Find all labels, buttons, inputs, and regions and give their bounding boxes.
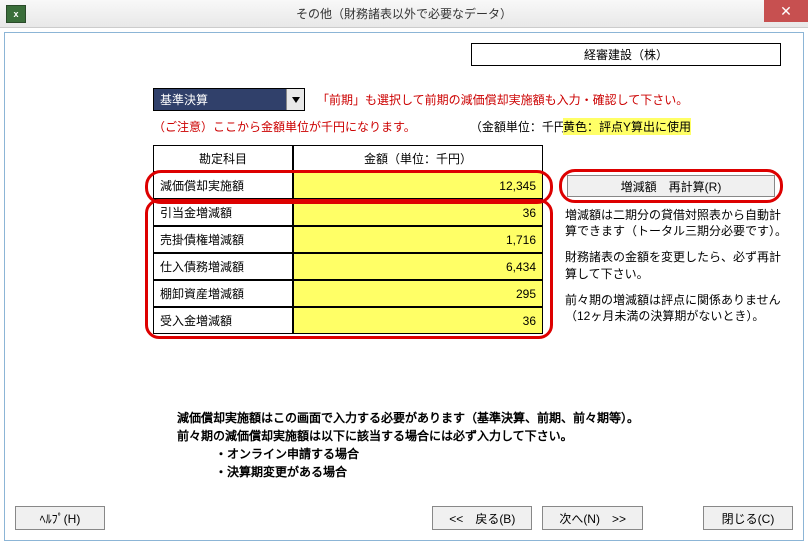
row-value[interactable]: 12,345 bbox=[293, 172, 543, 199]
row-value[interactable]: 36 bbox=[293, 199, 543, 226]
period-selected-value: 基準決算 bbox=[154, 89, 286, 110]
row-value[interactable]: 6,434 bbox=[293, 253, 543, 280]
right-p2: 財務諸表の金額を変更したら、必ず再計算して下さい。 bbox=[565, 249, 787, 281]
close-button[interactable]: 閉じる(C) bbox=[703, 506, 793, 530]
caution-row: （ご注意）ここから金額単位が千円になります。 （金額単位：千円） bbox=[153, 118, 578, 135]
main-panel: 経審建設（株） 基準決算 「前期」も選択して前期の減価償却実施額も入力・確認して… bbox=[4, 32, 804, 541]
row-value[interactable]: 36 bbox=[293, 307, 543, 334]
unit-label: （金額単位：千円） bbox=[470, 118, 578, 135]
titlebar: x その他（財務諸表以外で必要なデータ） ✕ bbox=[0, 0, 808, 28]
row-label: 棚卸資産増減額 bbox=[153, 280, 293, 307]
company-name-box: 経審建設（株） bbox=[471, 43, 781, 66]
period-select[interactable]: 基準決算 bbox=[153, 88, 305, 111]
right-p3: 前々期の増減額は評点に関係ありません（12ヶ月未満の決算期がないとき）。 bbox=[565, 292, 787, 324]
bottom-instructions: 減価償却実施額はこの画面で入力する必要があります（基準決算、前期、前々期等）。 … bbox=[177, 409, 767, 481]
table-row: 仕入債務増減額 6,434 bbox=[153, 253, 543, 280]
row-value[interactable]: 295 bbox=[293, 280, 543, 307]
table-row: 売掛債権増減額 1,716 bbox=[153, 226, 543, 253]
table-header-name: 勘定科目 bbox=[153, 145, 293, 172]
table-row: 引当金増減額 36 bbox=[153, 199, 543, 226]
back-button[interactable]: << 戻る(B) bbox=[432, 506, 532, 530]
yellow-legend: 黄色：評点Y算出に使用 bbox=[563, 118, 691, 135]
table-row: 棚卸資産増減額 295 bbox=[153, 280, 543, 307]
row-label: 受入金増減額 bbox=[153, 307, 293, 334]
row-label: 引当金増減額 bbox=[153, 199, 293, 226]
accounts-table: 勘定科目 金額（単位：千円） 減価償却実施額 12,345 引当金増減額 36 … bbox=[153, 145, 543, 334]
row-label: 売掛債権増減額 bbox=[153, 226, 293, 253]
row-value[interactable]: 1,716 bbox=[293, 226, 543, 253]
period-note: 「前期」も選択して前期の減価償却実施額も入力・確認して下さい。 bbox=[317, 91, 688, 108]
row-label: 減価償却実施額 bbox=[153, 172, 293, 199]
caution-text: （ご注意）ここから金額単位が千円になります。 bbox=[153, 118, 416, 135]
recalc-button[interactable]: 増減額 再計算(R) bbox=[567, 175, 775, 197]
bottom-b2: ・決算期変更がある場合 bbox=[215, 463, 767, 481]
help-button[interactable]: ﾍﾙﾌﾟ(H) bbox=[15, 506, 105, 530]
window-close-button[interactable]: ✕ bbox=[764, 0, 808, 22]
period-row: 基準決算 「前期」も選択して前期の減価償却実施額も入力・確認して下さい。 bbox=[153, 88, 688, 111]
bottom-button-bar: ﾍﾙﾌﾟ(H) << 戻る(B) 次へ(N) >> 閉じる(C) bbox=[15, 506, 793, 530]
dropdown-icon[interactable] bbox=[286, 89, 304, 110]
bottom-b1: ・オンライン申請する場合 bbox=[215, 445, 767, 463]
window-title: その他（財務諸表以外で必要なデータ） bbox=[0, 5, 808, 22]
next-button[interactable]: 次へ(N) >> bbox=[542, 506, 643, 530]
table-row: 減価償却実施額 12,345 bbox=[153, 172, 543, 199]
right-help-text: 増減額は二期分の貸借対照表から自動計算できます（トータル三期分必要です）。 財務… bbox=[565, 207, 787, 334]
bottom-l2: 前々期の減価償却実施額は以下に該当する場合には必ず入力して下さい。 bbox=[177, 427, 767, 445]
bottom-l1: 減価償却実施額はこの画面で入力する必要があります（基準決算、前期、前々期等）。 bbox=[177, 409, 767, 427]
right-p1: 増減額は二期分の貸借対照表から自動計算できます（トータル三期分必要です）。 bbox=[565, 207, 787, 239]
row-label: 仕入債務増減額 bbox=[153, 253, 293, 280]
table-header-amount: 金額（単位：千円） bbox=[293, 145, 543, 172]
table-row: 受入金増減額 36 bbox=[153, 307, 543, 334]
